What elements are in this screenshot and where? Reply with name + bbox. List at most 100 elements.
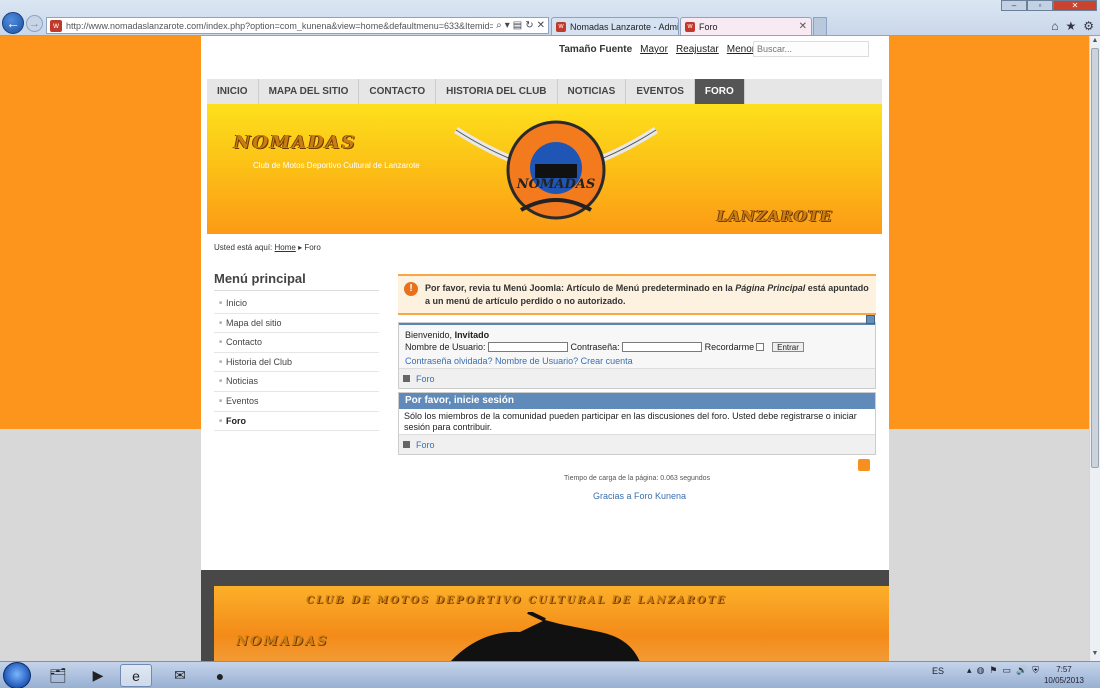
address-bar[interactable]: w http://www.nomadaslanzarote.com/index.… [46,17,549,34]
network-icon[interactable]: ◍ [977,665,985,676]
warning-icon: ! [404,282,418,296]
forum-link[interactable]: Foro [416,374,435,384]
footer-name: NOMADAS [236,634,329,649]
taskbar: 🗂 ▶ e ✉ ● ES ▴ ◍ ⚑ ▭ 🔊 ⛨ 7:57 10/05/2013 [0,661,1100,688]
breadcrumb-separator-icon: ▸ [298,243,303,252]
internet-explorer-icon[interactable]: e [120,664,152,687]
sidebar-item-historia-del-club[interactable]: Historia del Club [214,353,379,373]
shield-icon[interactable]: ⛨ [1032,665,1039,676]
sidebar: Menú principal Inicio Mapa del sitio Con… [214,271,379,432]
stop-icon[interactable]: ✕ [537,20,545,31]
collapse-toggle-icon[interactable] [866,315,875,324]
breadcrumb-home-link[interactable]: Home [275,243,296,252]
tab-title: Nomadas Lanzarote - Adminis... [570,21,678,32]
forum-row[interactable]: Foro [399,368,875,388]
dropdown-icon[interactable]: ▾ [505,20,510,31]
remember-checkbox[interactable] [756,343,765,351]
scroll-down-icon[interactable]: ▼ [1090,649,1100,659]
font-bigger-link[interactable]: Mayor [640,44,668,55]
site-favicon-icon: w [50,19,62,32]
font-smaller-link[interactable]: Menor [727,44,755,55]
sidebar-item-mapa-del-sitio[interactable]: Mapa del sitio [214,314,379,334]
header-banner: NOMADAS Club de Motos Deportivo Cultural… [207,104,882,234]
login-button[interactable]: Entrar [772,342,804,352]
scrollbar-thumb[interactable] [1091,48,1099,468]
username-label: Nombre de Usuario: [405,342,486,352]
notice-title: Por favor, inicie sesión [399,393,875,409]
sidebar-item-inicio[interactable]: Inicio [214,294,379,314]
firefox-icon[interactable]: ● [204,664,236,687]
welcome-text: Bienvenido, [405,330,453,340]
sidebar-item-noticias[interactable]: Noticias [214,372,379,392]
font-reset-link[interactable]: Reajustar [676,44,719,55]
nav-inicio[interactable]: INICIO [207,79,259,104]
close-tab-icon[interactable]: ✕ [799,21,807,32]
load-time: Tiempo de carga de la página: 0.063 segu… [564,475,711,482]
back-button[interactable]: ← [2,12,24,34]
tab-admin[interactable]: w Nomadas Lanzarote - Adminis... [551,17,679,35]
forward-button[interactable]: → [26,15,43,32]
clock-time: 7:57 [1056,665,1072,674]
arrow-up-icon[interactable]: ▴ [967,665,972,676]
forum-row[interactable]: Foro [399,434,875,454]
kunena-credit-link[interactable]: Gracias a Foro Kunena [593,491,686,501]
settings-gear-icon[interactable]: ⚙ [1083,19,1094,33]
start-button[interactable] [3,662,31,688]
search-input[interactable] [753,41,869,57]
mail-icon[interactable]: ✉ [164,664,196,687]
forum-icon [403,441,410,448]
close-window-button[interactable]: ✕ [1053,0,1097,11]
compatibility-icon[interactable]: ▤ [513,20,522,31]
welcome-line: Bienvenido, Invitado [405,329,869,341]
login-form: Nombre de Usuario: Contraseña: Recordarm… [405,341,869,353]
main-content: ! Por favor, revia tu Menú Joomla: Artíc… [398,274,876,455]
scroll-up-icon[interactable]: ▲ [1090,36,1100,46]
browser-toolbar: ← → w http://www.nomadaslanzarote.com/in… [0,0,1100,36]
sidebar-item-foro[interactable]: Foro [214,412,379,432]
vertical-scrollbar[interactable]: ▲ ▼ [1089,36,1100,661]
sidebar-item-eventos[interactable]: Eventos [214,392,379,412]
maximize-button[interactable]: ▫ [1027,0,1053,11]
guest-name: Invitado [454,330,490,340]
language-indicator[interactable]: ES [932,666,944,676]
nav-eventos[interactable]: EVENTOS [626,79,695,104]
nav-contacto[interactable]: CONTACTO [359,79,437,104]
nav-foro[interactable]: FORO [694,79,745,104]
password-label: Contraseña: [570,342,620,352]
account-links[interactable]: Contraseña olvidada? Nombre de Usuario? … [405,356,869,366]
footer-title: CLUB DE MOTOS DEPORTIVO CULTURAL DE LANZ… [306,595,727,606]
sidebar-item-contacto[interactable]: Contacto [214,333,379,353]
search-icon[interactable]: ⌕ [496,20,502,31]
font-size-label: Tamaño Fuente [559,44,633,55]
clock[interactable]: 7:57 10/05/2013 [1044,664,1084,686]
warning-text-1: Por favor, revia tu Menú Joomla: Artícul… [425,283,736,293]
volume-icon[interactable]: 🔊 [1016,665,1027,676]
arrow-right-icon: → [29,17,40,30]
notice-body: Sólo los miembros de la comunidad pueden… [399,409,875,434]
home-icon[interactable]: ⌂ [1051,19,1058,33]
forum-icon [403,375,410,382]
media-player-icon[interactable]: ▶ [82,664,114,687]
flag-icon[interactable]: ⚑ [989,665,997,676]
warning-text-emph: Página Principal [735,283,806,293]
font-size-tools: Tamaño Fuente Mayor Reajustar Menor [559,44,755,55]
arrow-left-icon: ← [6,15,20,31]
favorites-star-icon[interactable]: ★ [1065,19,1076,33]
nav-historia-del-club[interactable]: HISTORIA DEL CLUB [436,79,558,104]
forum-link[interactable]: Foro [416,440,435,450]
new-tab-button[interactable] [813,17,827,35]
rss-icon[interactable] [858,459,870,471]
explorer-icon[interactable]: 🗂 [42,664,74,687]
nav-mapa-del-sitio[interactable]: MAPA DEL SITIO [259,79,360,104]
nav-noticias[interactable]: NOTICIAS [558,79,627,104]
url-text[interactable]: http://www.nomadaslanzarote.com/index.ph… [66,21,493,31]
password-field[interactable] [621,342,702,352]
minimize-button[interactable]: – [1001,0,1027,11]
system-warning: ! Por favor, revia tu Menú Joomla: Artíc… [398,274,876,315]
display-icon[interactable]: ▭ [1003,665,1012,676]
club-logo-icon: NOMADAS [454,120,658,220]
username-field[interactable] [487,342,568,352]
login-notice: Por favor, inicie sesión Sólo los miembr… [398,392,876,455]
tab-foro[interactable]: w Foro ✕ [680,17,812,35]
refresh-icon[interactable]: ↻ [525,20,533,31]
